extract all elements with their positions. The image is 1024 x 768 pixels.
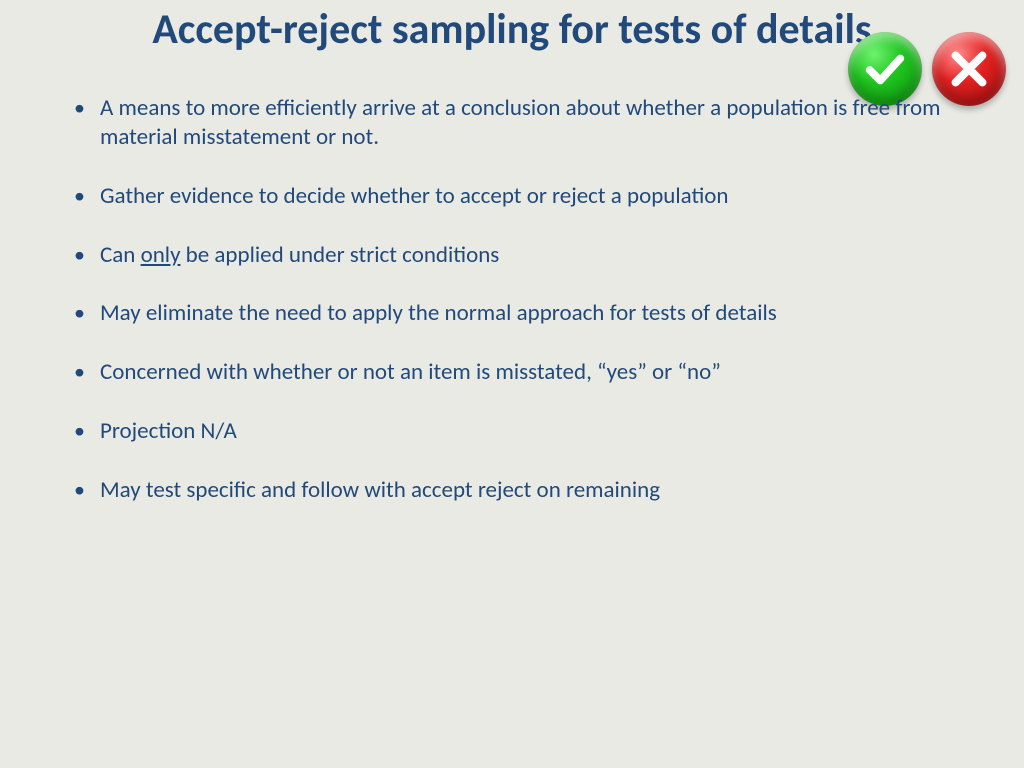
list-item: Concerned with whether or not an item is… <box>100 358 954 387</box>
list-item: A means to more efficiently arrive at a … <box>100 94 954 152</box>
list-item: May eliminate the need to apply the norm… <box>100 299 954 328</box>
list-item: May test specific and follow with accept… <box>100 476 954 505</box>
slide-body: A means to more efficiently arrive at a … <box>0 54 1024 504</box>
list-item: Can only be applied under strict conditi… <box>100 241 954 270</box>
bullet-list: A means to more efficiently arrive at a … <box>100 94 954 504</box>
list-item: Projection N/A <box>100 417 954 446</box>
list-item: Gather evidence to decide whether to acc… <box>100 182 954 211</box>
